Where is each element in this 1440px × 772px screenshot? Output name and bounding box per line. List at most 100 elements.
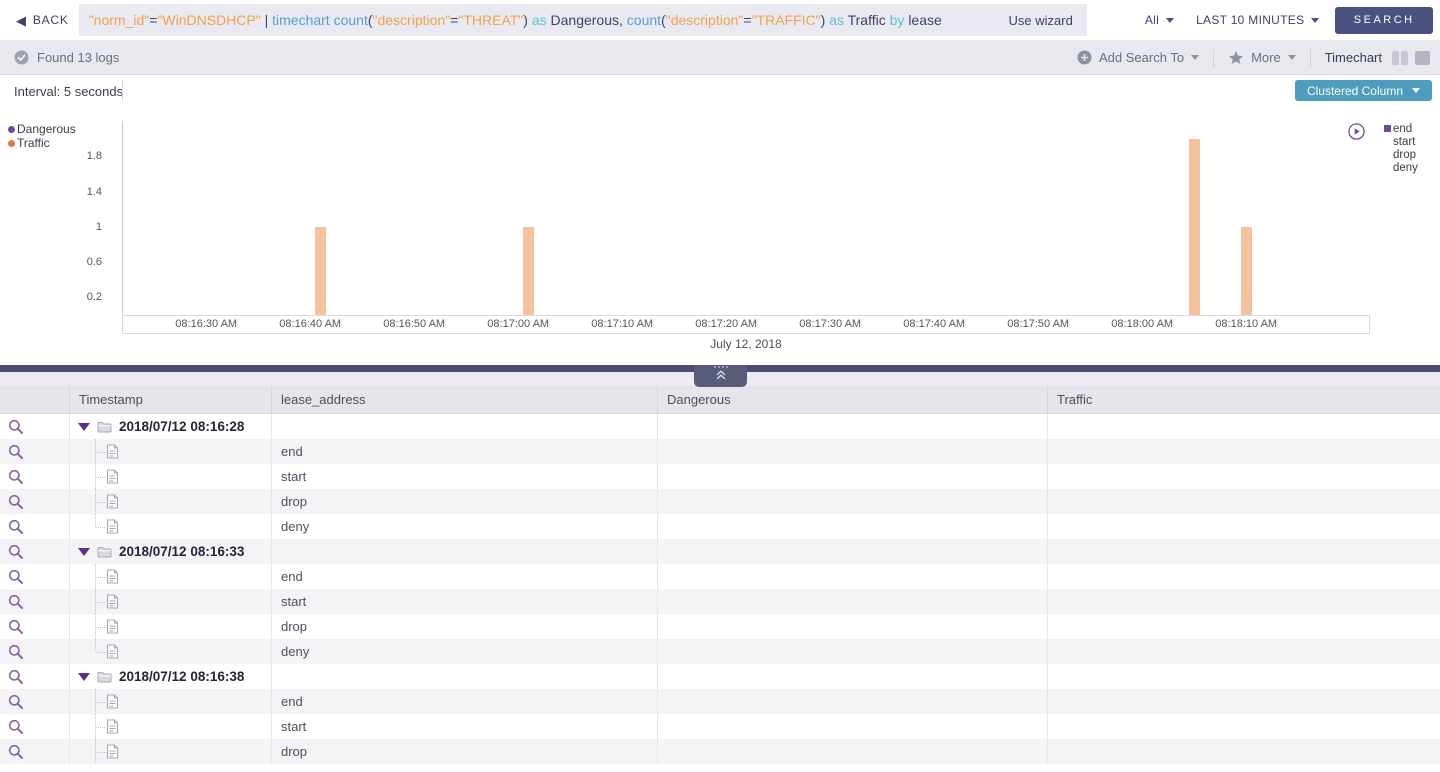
split-view-icon[interactable] [1392,50,1408,65]
dangerous-cell [658,639,1048,664]
chevron-down-icon [1191,55,1200,60]
table-log-row[interactable]: start [0,714,1440,739]
series-legend: end start drop deny [1384,122,1418,174]
view-mode-label: Timechart [1324,50,1382,65]
query-input[interactable]: "norm_id" = "WinDNSDHCP" | timechart count… [78,4,1087,36]
dangerous-cell [658,564,1048,589]
search-log-icon[interactable] [8,694,24,710]
folder-icon [97,421,112,432]
tree-line [96,601,105,603]
series-legend-item[interactable]: drop [1384,148,1418,161]
dangerous-cell [658,614,1048,639]
collapse-group-icon[interactable] [78,672,90,681]
table-group-row[interactable]: 2018/07/12 08:16:28 [0,414,1440,439]
table-log-row[interactable]: drop [0,489,1440,514]
use-wizard-link[interactable]: Use wizard [1009,13,1073,28]
search-log-icon[interactable] [8,469,24,485]
lease-address-value: end [272,689,658,714]
search-log-icon[interactable] [8,744,24,760]
x-tick-label: 08:17:10 AM [591,318,654,330]
table-log-row[interactable]: end [0,564,1440,589]
search-log-icon[interactable] [8,619,24,635]
full-view-icon[interactable] [1415,50,1430,65]
search-log-icon[interactable] [8,419,24,435]
x-tick-label: 08:17:20 AM [695,318,758,330]
chart-bar-traffic[interactable] [1188,139,1200,315]
panel-divider[interactable] [0,365,1440,387]
traffic-cell [1048,689,1440,714]
tree-line [96,626,105,628]
search-log-icon[interactable] [8,444,24,460]
search-log-icon[interactable] [8,719,24,735]
x-tick-label: 08:17:00 AM [487,318,550,330]
add-search-to-dropdown[interactable]: Add Search To [1077,50,1200,65]
dangerous-cell [658,739,1048,764]
dangerous-cell [658,514,1048,539]
search-button[interactable]: SEARCH [1335,6,1433,34]
chart-type-dropdown[interactable]: Clustered Column [1294,80,1432,101]
table-group-row[interactable]: 2018/07/12 08:16:38 [0,664,1440,689]
series-legend-label: start [1393,135,1416,148]
toolbar-divider [1213,48,1215,67]
lease-address-value: deny [272,639,658,664]
search-log-icon[interactable] [8,494,24,510]
query-token: = [743,12,752,28]
search-log-icon[interactable] [8,644,24,660]
log-document-icon [106,719,119,734]
search-log-icon[interactable] [8,569,24,585]
repo-scope-dropdown[interactable]: All [1145,13,1175,27]
search-log-icon[interactable] [8,519,24,535]
legend-dot-icon [8,139,15,147]
more-dropdown[interactable]: More [1228,50,1296,65]
collapse-table-button[interactable] [694,365,747,387]
traffic-cell [1048,614,1440,639]
series-legend-item[interactable]: end [1384,122,1418,135]
dangerous-cell [658,589,1048,614]
log-document-icon [106,519,119,534]
search-log-icon[interactable] [8,594,24,610]
table-log-row[interactable]: end [0,439,1440,464]
play-button[interactable] [1348,123,1365,140]
star-icon [1229,51,1244,64]
chart-bar-traffic[interactable] [523,227,535,315]
table-log-row[interactable]: deny [0,514,1440,539]
dangerous-cell [658,464,1048,489]
back-button[interactable]: ◀ BACK [16,13,69,27]
table-log-row[interactable]: drop [0,739,1440,764]
search-log-icon[interactable] [8,544,24,560]
series-legend-item[interactable]: deny [1384,161,1418,174]
query-token: timechart [272,12,334,28]
search-log-icon[interactable] [8,669,24,685]
collapse-group-icon[interactable] [78,422,90,431]
x-tick-label: 08:16:50 AM [383,318,446,330]
traffic-cell [1048,539,1440,564]
traffic-cell [1048,589,1440,614]
query-text: "norm_id" = "WinDNSDHCP" | timechart count… [89,12,942,28]
lease-address-value: drop [272,489,658,514]
header-lease-address: lease_address [272,386,658,413]
query-token: ) [820,12,830,28]
table-log-row[interactable]: deny [0,639,1440,664]
time-range-dropdown[interactable]: LAST 10 MINUTES [1196,13,1320,27]
collapse-group-icon[interactable] [78,547,90,556]
legend-label: Traffic [17,136,50,150]
table-log-row[interactable]: start [0,589,1440,614]
tree-line [96,751,105,753]
query-token: count [333,12,368,28]
dangerous-cell [658,664,1048,689]
series-legend-item[interactable]: start [1384,135,1418,148]
traffic-cell [1048,439,1440,464]
table-log-row[interactable]: drop [0,614,1440,639]
table-log-row[interactable]: start [0,464,1440,489]
x-tick-label: 08:18:00 AM [1111,318,1174,330]
chart-bar-traffic[interactable] [1240,227,1252,315]
check-circle-icon [14,50,29,65]
chart-bar-traffic[interactable] [315,227,327,315]
traffic-cell [1048,714,1440,739]
table-log-row[interactable]: end [0,689,1440,714]
header-dangerous: Dangerous [658,386,1048,413]
folder-icon [97,671,112,682]
table-group-row[interactable]: 2018/07/12 08:16:33 [0,539,1440,564]
interval-label: Interval: 5 seconds [14,84,124,99]
chart-type-value: Clustered Column [1306,83,1403,98]
